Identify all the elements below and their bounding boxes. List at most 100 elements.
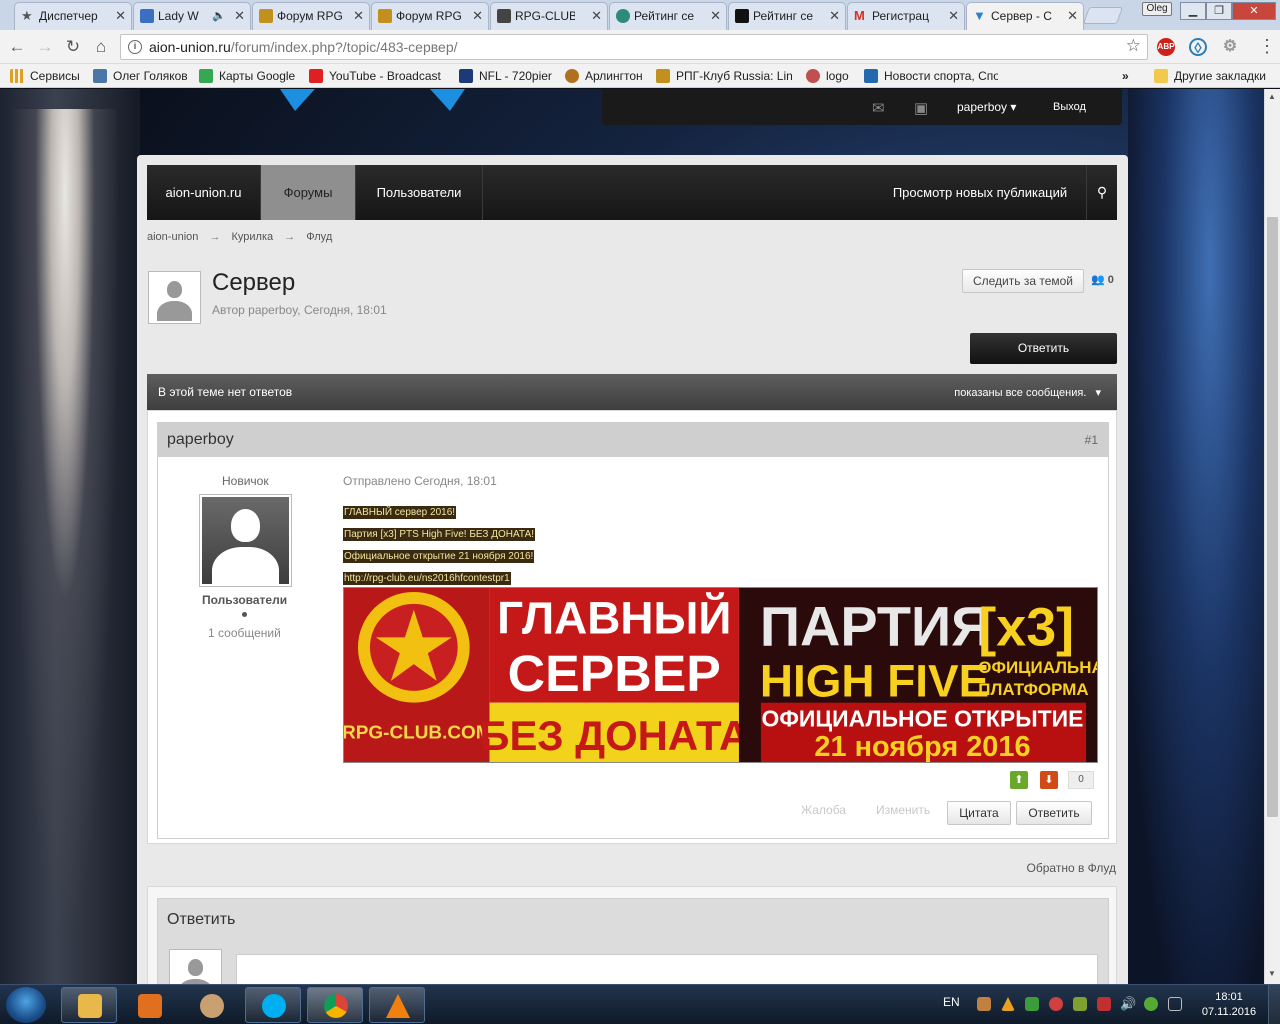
other-bookmarks[interactable]: Другие закладки xyxy=(1154,68,1266,84)
extension-gear-icon[interactable]: ⚙ xyxy=(1221,38,1239,56)
close-icon[interactable]: ✕ xyxy=(472,3,483,29)
tray-network-icon[interactable] xyxy=(1049,997,1063,1011)
topic-author-avatar[interactable] xyxy=(148,271,201,324)
bookmark-sports-news[interactable]: Новости спорта, Спо xyxy=(864,68,998,84)
tray-sync-icon[interactable] xyxy=(1025,997,1039,1011)
minimize-button[interactable]: ▁ xyxy=(1180,2,1206,20)
taskbar-skype[interactable] xyxy=(245,987,301,1023)
tab-rating-2[interactable]: Рейтинг се ✕ xyxy=(728,2,846,30)
reply-button[interactable]: Ответить xyxy=(970,333,1117,364)
bookmark-logo[interactable]: logo xyxy=(806,68,849,84)
server-banner-image[interactable]: RPG-CLUB.COM ГЛАВНЫЙ СЕРВЕР БЕЗ ДОНАТА П… xyxy=(343,587,1098,763)
volume-icon[interactable]: 🔊 xyxy=(1120,997,1136,1011)
notifications-icon[interactable]: ▣ xyxy=(914,99,928,117)
profile-badge[interactable]: Oleg xyxy=(1142,2,1172,16)
nav-users[interactable]: Пользователи xyxy=(356,165,483,220)
tab-server-active[interactable]: ▼ Сервер - С ✕ xyxy=(966,2,1084,30)
breadcrumb-item[interactable]: Флуд xyxy=(306,231,332,243)
breadcrumb-item[interactable]: aion-union xyxy=(147,231,198,243)
close-icon[interactable]: ✕ xyxy=(710,3,721,29)
taskbar-paint[interactable] xyxy=(183,987,239,1023)
location-pin-icon[interactable]: ⚲ xyxy=(1087,165,1117,220)
home-icon[interactable]: ⌂ xyxy=(90,36,112,58)
bookmark-nfl[interactable]: NFL - 720pier xyxy=(459,68,552,84)
taskbar-explorer[interactable] xyxy=(61,987,117,1023)
post-permalink[interactable]: #1 xyxy=(1085,433,1098,447)
show-desktop-button[interactable] xyxy=(1268,985,1280,1024)
rate-up-button[interactable]: ⬆ xyxy=(1010,771,1028,789)
tab-registration[interactable]: M Регистрац ✕ xyxy=(847,2,965,30)
extension-droplet-icon[interactable]: ◊ xyxy=(1189,38,1207,57)
reply-editor[interactable] xyxy=(236,954,1098,984)
quote-button[interactable]: Цитата xyxy=(947,801,1011,825)
edit-link[interactable]: Изменить xyxy=(876,803,930,817)
scroll-down-icon[interactable]: ▼ xyxy=(1268,969,1276,978)
followers-count[interactable]: 👥 0 xyxy=(1091,273,1114,286)
back-arrow-icon[interactable]: ← xyxy=(6,36,28,58)
tab-dispatcher[interactable]: ★ Диспетчер ✕ xyxy=(14,2,132,30)
close-icon[interactable]: ✕ xyxy=(115,3,126,29)
post-link[interactable]: http://rpg-club.eu/ns2016hfcontestpr1 xyxy=(343,572,511,585)
maximize-button[interactable]: ❐ xyxy=(1206,2,1232,20)
close-icon[interactable]: ✕ xyxy=(591,3,602,29)
post-author-avatar[interactable] xyxy=(199,494,292,587)
bookmark-services[interactable]: Сервисы xyxy=(10,68,80,84)
url-text[interactable]: aion-union.ru/forum/index.php?/topic/483… xyxy=(149,39,458,55)
post-reply-button[interactable]: Ответить xyxy=(1016,801,1092,825)
breadcrumb-item[interactable]: Курилка xyxy=(232,231,274,243)
tray-monitor-icon[interactable] xyxy=(1168,997,1182,1011)
tray-flag-icon[interactable] xyxy=(1097,997,1111,1011)
tray-vlc-icon[interactable] xyxy=(1001,997,1015,1011)
bookmark-youtube[interactable]: YouTube - Broadcast xyxy=(309,68,441,84)
tab-rpg-club[interactable]: RPG-CLUB ✕ xyxy=(490,2,608,30)
close-icon[interactable]: ✕ xyxy=(1067,3,1078,29)
nav-home[interactable]: aion-union.ru xyxy=(147,165,261,220)
bookmarks-overflow-button[interactable]: » xyxy=(1122,68,1129,84)
close-icon[interactable]: ✕ xyxy=(948,3,959,29)
tab-lady[interactable]: Lady W 🔈 ✕ xyxy=(133,2,251,30)
post-filter-dropdown[interactable]: показаны все сообщения. ▾ xyxy=(954,386,1101,399)
logout-link[interactable]: Выход xyxy=(1053,101,1086,113)
bookmark-google-maps[interactable]: Карты Google xyxy=(199,68,295,84)
messages-icon[interactable]: ✉ xyxy=(872,99,885,117)
forward-arrow-icon[interactable]: → xyxy=(34,36,56,58)
tab-forum-rpg-2[interactable]: Форум RPG ✕ xyxy=(371,2,489,30)
nav-forums[interactable]: Форумы xyxy=(261,165,356,220)
system-clock[interactable]: 18:01 07.11.2016 xyxy=(1196,990,1262,1020)
site-logo[interactable] xyxy=(275,89,470,111)
bookmark-arlington[interactable]: Арлингтон xyxy=(565,68,643,84)
speaker-icon[interactable]: 🔈 xyxy=(212,3,226,29)
taskbar-media-player[interactable] xyxy=(121,987,177,1023)
taskbar-vlc[interactable] xyxy=(369,987,425,1023)
window-close-button[interactable]: ✕ xyxy=(1232,2,1276,20)
follow-topic-button[interactable]: Следить за темой xyxy=(962,269,1084,293)
scroll-up-icon[interactable]: ▲ xyxy=(1268,92,1276,101)
tab-forum-rpg-1[interactable]: Форум RPG ✕ xyxy=(252,2,370,30)
close-icon[interactable]: ✕ xyxy=(234,3,245,29)
nav-new-posts[interactable]: Просмотр новых публикаций xyxy=(874,165,1087,220)
new-tab-button[interactable] xyxy=(1082,7,1124,24)
back-to-forum-link[interactable]: Обратно в Флуд xyxy=(1027,861,1116,875)
close-icon[interactable]: ✕ xyxy=(829,3,840,29)
tab-rating-1[interactable]: Рейтинг се ✕ xyxy=(609,2,727,30)
tray-stack-icon[interactable] xyxy=(1073,997,1087,1011)
close-icon[interactable]: ✕ xyxy=(353,3,364,29)
report-link[interactable]: Жалоба xyxy=(801,803,846,817)
tray-app-icon[interactable] xyxy=(977,997,991,1011)
taskbar-chrome[interactable] xyxy=(307,987,363,1023)
rate-down-button[interactable]: ⬇ xyxy=(1040,771,1058,789)
bookmark-vk[interactable]: Олег Голяков xyxy=(93,68,188,84)
post-author-link[interactable]: paperboy xyxy=(167,431,234,449)
page-scrollbar[interactable]: ▲ ▼ xyxy=(1264,89,1280,984)
bookmark-star-icon[interactable]: ☆ xyxy=(1126,36,1141,56)
info-icon[interactable]: i xyxy=(128,40,142,54)
tray-torrent-icon[interactable] xyxy=(1144,997,1158,1011)
start-button[interactable] xyxy=(6,987,46,1023)
scrollbar-thumb[interactable] xyxy=(1267,217,1278,817)
user-menu[interactable]: paperboy ▾ xyxy=(957,100,1016,114)
reload-icon[interactable]: ↻ xyxy=(62,36,84,58)
address-bar[interactable]: i aion-union.ru/forum/index.php?/topic/4… xyxy=(120,34,1148,60)
language-indicator[interactable]: EN xyxy=(943,995,960,1009)
bookmark-rpg-club[interactable]: РПГ-Клуб Russia: Line xyxy=(656,68,792,84)
abp-icon[interactable]: ABP xyxy=(1157,38,1175,56)
